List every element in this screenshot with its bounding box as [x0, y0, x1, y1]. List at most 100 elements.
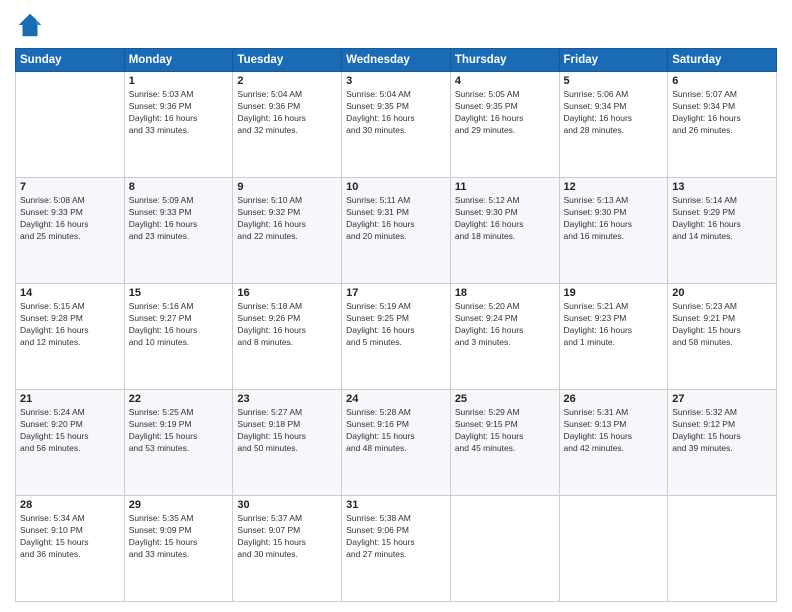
calendar-header-wednesday: Wednesday: [342, 49, 451, 72]
calendar-table: SundayMondayTuesdayWednesdayThursdayFrid…: [15, 48, 777, 602]
cell-info: Sunrise: 5:05 AMSunset: 9:35 PMDaylight:…: [455, 89, 555, 137]
calendar-header-friday: Friday: [559, 49, 668, 72]
day-number: 2: [237, 75, 337, 87]
day-number: 11: [455, 181, 555, 193]
cell-info: Sunrise: 5:04 AMSunset: 9:36 PMDaylight:…: [237, 89, 337, 137]
day-number: 10: [346, 181, 446, 193]
day-number: 13: [672, 181, 772, 193]
day-number: 20: [672, 287, 772, 299]
calendar-cell: 29 Sunrise: 5:35 AMSunset: 9:09 PMDayligh…: [124, 496, 233, 602]
calendar-cell: 3 Sunrise: 5:04 AMSunset: 9:35 PMDaylight…: [342, 72, 451, 178]
calendar-header-saturday: Saturday: [668, 49, 777, 72]
cell-info: Sunrise: 5:07 AMSunset: 9:34 PMDaylight:…: [672, 89, 772, 137]
cell-info: Sunrise: 5:12 AMSunset: 9:30 PMDaylight:…: [455, 195, 555, 243]
cell-info: Sunrise: 5:20 AMSunset: 9:24 PMDaylight:…: [455, 301, 555, 349]
calendar-cell: [559, 496, 668, 602]
calendar-header-tuesday: Tuesday: [233, 49, 342, 72]
calendar-header-monday: Monday: [124, 49, 233, 72]
day-number: 21: [20, 393, 120, 405]
logo: [15, 10, 49, 40]
cell-info: Sunrise: 5:03 AMSunset: 9:36 PMDaylight:…: [129, 89, 229, 137]
calendar-week-3: 14 Sunrise: 5:15 AMSunset: 9:28 PMDayligh…: [16, 284, 777, 390]
calendar-week-1: 1 Sunrise: 5:03 AMSunset: 9:36 PMDaylight…: [16, 72, 777, 178]
day-number: 24: [346, 393, 446, 405]
cell-info: Sunrise: 5:04 AMSunset: 9:35 PMDaylight:…: [346, 89, 446, 137]
cell-info: Sunrise: 5:21 AMSunset: 9:23 PMDaylight:…: [564, 301, 664, 349]
cell-info: Sunrise: 5:15 AMSunset: 9:28 PMDaylight:…: [20, 301, 120, 349]
calendar-cell: 27 Sunrise: 5:32 AMSunset: 9:12 PMDayligh…: [668, 390, 777, 496]
calendar-cell: 10 Sunrise: 5:11 AMSunset: 9:31 PMDayligh…: [342, 178, 451, 284]
calendar-cell: 20 Sunrise: 5:23 AMSunset: 9:21 PMDayligh…: [668, 284, 777, 390]
calendar-cell: 28Sunrise: 5:34 AMSunset: 9:10 PMDayligh…: [16, 496, 125, 602]
day-number: 8: [129, 181, 229, 193]
cell-info: Sunrise: 5:10 AMSunset: 9:32 PMDaylight:…: [237, 195, 337, 243]
calendar-header-sunday: Sunday: [16, 49, 125, 72]
calendar-cell: 5Sunrise: 5:06 AMSunset: 9:34 PMDaylight…: [559, 72, 668, 178]
cell-info: Sunrise: 5:29 AMSunset: 9:15 PMDaylight:…: [455, 407, 555, 455]
calendar-cell: [16, 72, 125, 178]
calendar-cell: 6 Sunrise: 5:07 AMSunset: 9:34 PMDaylight…: [668, 72, 777, 178]
cell-info: Sunrise: 5:23 AMSunset: 9:21 PMDaylight:…: [672, 301, 772, 349]
day-number: 12: [564, 181, 664, 193]
cell-info: Sunrise: 5:35 AMSunset: 9:09 PMDaylight:…: [129, 513, 229, 561]
day-number: 29: [129, 499, 229, 511]
calendar-header-row: SundayMondayTuesdayWednesdayThursdayFrid…: [16, 49, 777, 72]
cell-info: Sunrise: 5:27 AMSunset: 9:18 PMDaylight:…: [237, 407, 337, 455]
calendar-cell: 2 Sunrise: 5:04 AMSunset: 9:36 PMDaylight…: [233, 72, 342, 178]
calendar-cell: [450, 496, 559, 602]
calendar-cell: 1 Sunrise: 5:03 AMSunset: 9:36 PMDaylight…: [124, 72, 233, 178]
day-number: 1: [129, 75, 229, 87]
cell-info: Sunrise: 5:32 AMSunset: 9:12 PMDaylight:…: [672, 407, 772, 455]
calendar-cell: 22Sunrise: 5:25 AMSunset: 9:19 PMDayligh…: [124, 390, 233, 496]
calendar-cell: 25 Sunrise: 5:29 AMSunset: 9:15 PMDayligh…: [450, 390, 559, 496]
calendar-week-4: 21 Sunrise: 5:24 AMSunset: 9:20 PMDayligh…: [16, 390, 777, 496]
day-number: 3: [346, 75, 446, 87]
day-number: 25: [455, 393, 555, 405]
calendar-cell: 21 Sunrise: 5:24 AMSunset: 9:20 PMDayligh…: [16, 390, 125, 496]
cell-info: Sunrise: 5:09 AMSunset: 9:33 PMDaylight:…: [129, 195, 229, 243]
calendar-cell: 11 Sunrise: 5:12 AMSunset: 9:30 PMDayligh…: [450, 178, 559, 284]
day-number: 17: [346, 287, 446, 299]
day-number: 9: [237, 181, 337, 193]
calendar-week-5: 28Sunrise: 5:34 AMSunset: 9:10 PMDayligh…: [16, 496, 777, 602]
cell-info: Sunrise: 5:19 AMSunset: 9:25 PMDaylight:…: [346, 301, 446, 349]
calendar-cell: 31 Sunrise: 5:38 AMSunset: 9:06 PMDayligh…: [342, 496, 451, 602]
cell-info: Sunrise: 5:31 AMSunset: 9:13 PMDaylight:…: [564, 407, 664, 455]
day-number: 27: [672, 393, 772, 405]
calendar-cell: 13Sunrise: 5:14 AMSunset: 9:29 PMDayligh…: [668, 178, 777, 284]
cell-info: Sunrise: 5:08 AMSunset: 9:33 PMDaylight:…: [20, 195, 120, 243]
calendar-cell: 12 Sunrise: 5:13 AMSunset: 9:30 PMDayligh…: [559, 178, 668, 284]
day-number: 15: [129, 287, 229, 299]
cell-info: Sunrise: 5:37 AMSunset: 9:07 PMDaylight:…: [237, 513, 337, 561]
cell-info: Sunrise: 5:38 AMSunset: 9:06 PMDaylight:…: [346, 513, 446, 561]
calendar-cell: 18 Sunrise: 5:20 AMSunset: 9:24 PMDayligh…: [450, 284, 559, 390]
day-number: 30: [237, 499, 337, 511]
day-number: 14: [20, 287, 120, 299]
cell-info: Sunrise: 5:25 AMSunset: 9:19 PMDaylight:…: [129, 407, 229, 455]
cell-info: Sunrise: 5:13 AMSunset: 9:30 PMDaylight:…: [564, 195, 664, 243]
day-number: 18: [455, 287, 555, 299]
cell-info: Sunrise: 5:11 AMSunset: 9:31 PMDaylight:…: [346, 195, 446, 243]
day-number: 5: [564, 75, 664, 87]
calendar-cell: 17 Sunrise: 5:19 AMSunset: 9:25 PMDayligh…: [342, 284, 451, 390]
day-number: 4: [455, 75, 555, 87]
calendar-cell: 4 Sunrise: 5:05 AMSunset: 9:35 PMDaylight…: [450, 72, 559, 178]
day-number: 6: [672, 75, 772, 87]
calendar-cell: 8 Sunrise: 5:09 AMSunset: 9:33 PMDaylight…: [124, 178, 233, 284]
calendar-cell: 15Sunrise: 5:16 AMSunset: 9:27 PMDayligh…: [124, 284, 233, 390]
calendar-cell: [668, 496, 777, 602]
day-number: 26: [564, 393, 664, 405]
day-number: 23: [237, 393, 337, 405]
page: SundayMondayTuesdayWednesdayThursdayFrid…: [0, 0, 792, 612]
day-number: 7: [20, 181, 120, 193]
calendar-cell: 26 Sunrise: 5:31 AMSunset: 9:13 PMDayligh…: [559, 390, 668, 496]
day-number: 31: [346, 499, 446, 511]
header: [15, 10, 777, 40]
day-number: 28: [20, 499, 120, 511]
calendar-cell: 30 Sunrise: 5:37 AMSunset: 9:07 PMDayligh…: [233, 496, 342, 602]
calendar-cell: 9 Sunrise: 5:10 AMSunset: 9:32 PMDaylight…: [233, 178, 342, 284]
calendar-cell: 16Sunrise: 5:18 AMSunset: 9:26 PMDayligh…: [233, 284, 342, 390]
cell-info: Sunrise: 5:24 AMSunset: 9:20 PMDaylight:…: [20, 407, 120, 455]
day-number: 19: [564, 287, 664, 299]
calendar-cell: 7 Sunrise: 5:08 AMSunset: 9:33 PMDaylight…: [16, 178, 125, 284]
